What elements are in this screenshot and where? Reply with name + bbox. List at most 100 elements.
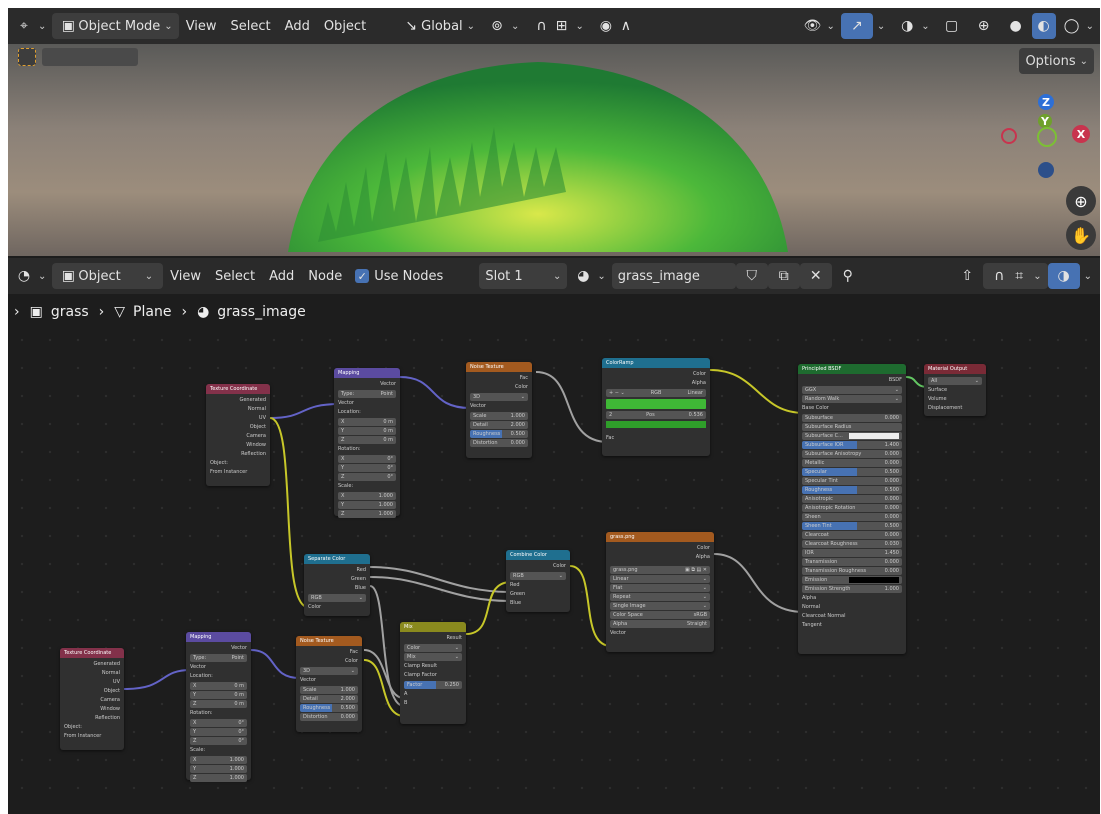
bsdf-field[interactable]: Clearcoat 0.000: [802, 531, 902, 539]
rot-x[interactable]: X 0°: [190, 719, 247, 727]
mode-dropdown[interactable]: RGB ⌄: [308, 594, 366, 602]
transform-orientation-dropdown[interactable]: ↘ Global ⌄: [395, 13, 481, 39]
scale-y[interactable]: Y 1.000: [190, 765, 247, 773]
rot-y[interactable]: Y 0°: [338, 464, 396, 472]
loc-z[interactable]: Z0 m: [338, 436, 396, 444]
projection-dropdown[interactable]: Flat ⌄: [610, 584, 710, 592]
3d-viewport[interactable]: Options ⌄ Z Y X ⊕ ✋: [8, 44, 1100, 256]
zoom-icon[interactable]: ⊕: [1066, 186, 1096, 216]
distortion-field[interactable]: Distortion 0.000: [300, 713, 358, 721]
loc-z[interactable]: Z0 m: [190, 700, 247, 708]
loc-x[interactable]: X0 m: [338, 418, 396, 426]
shading-rendered[interactable]: ◯ ⌄: [1056, 13, 1100, 39]
source-dropdown[interactable]: Single Image ⌄: [610, 602, 710, 610]
shading-material[interactable]: ◐: [1031, 13, 1056, 39]
visibility-dropdown[interactable]: 👁 ⌄: [796, 13, 840, 39]
material-browse-button[interactable]: ◕ ⌄: [567, 263, 611, 289]
detail-field[interactable]: Detail 2.000: [300, 695, 358, 703]
clamp-factor-checkbox[interactable]: Clamp Factor: [404, 671, 462, 680]
distortion-field[interactable]: Distortion 0.000: [470, 439, 528, 447]
bsdf-field[interactable]: Specular Tint 0.000: [802, 477, 902, 485]
node-principled-bsdf[interactable]: Principled BSDF BSDF GGX ⌄ Random Walk ⌄ B…: [798, 364, 906, 654]
ramp-position-row[interactable]: 2 Pos 0.536: [606, 411, 706, 419]
bsdf-field[interactable]: Roughness 0.500: [802, 486, 902, 494]
snap-node-toggle[interactable]: ∩ ⌗ ⌄: [983, 263, 1048, 289]
editor-type-button[interactable]: ⌖ ⌄: [8, 13, 52, 39]
distribution-dropdown[interactable]: GGX ⌄: [802, 386, 902, 394]
factor-field[interactable]: Factor 0.250: [404, 681, 462, 689]
type-dropdown[interactable]: Type: Point: [190, 654, 247, 662]
material-name-field[interactable]: grass_image: [611, 263, 736, 289]
fake-user-button[interactable]: ⛉: [735, 263, 768, 289]
menu-node[interactable]: Node: [301, 263, 349, 289]
ramp-mode-row[interactable]: + − ⌄ RGB Linear: [606, 389, 706, 397]
node-image-texture[interactable]: grass.png Color Alpha grass.png ▣ ⧉ ▤ ✕ L…: [606, 532, 714, 652]
object-field-label[interactable]: Object:: [64, 723, 120, 732]
unlink-material-button[interactable]: ✕: [799, 263, 832, 289]
bsdf-field[interactable]: Transmission 0.000: [802, 558, 902, 566]
blend-mode-dropdown[interactable]: Mix ⌄: [404, 653, 462, 661]
bsdf-field[interactable]: Subsurface C...: [802, 432, 902, 440]
node-overlay-toggle[interactable]: ◑: [1047, 263, 1080, 289]
proportional-edit-toggle[interactable]: ◉ ∧: [590, 13, 642, 39]
shading-wireframe[interactable]: ⊕: [968, 13, 1000, 39]
bsdf-field[interactable]: Emission Strength 1.000: [802, 585, 902, 593]
data-type-dropdown[interactable]: Color ⌄: [404, 644, 462, 652]
axis-y-icon[interactable]: Y: [1038, 114, 1052, 128]
node-separate-color[interactable]: Separate Color Red Green Blue RGB ⌄ Color: [304, 554, 370, 616]
bsdf-field[interactable]: Metallic 0.000: [802, 459, 902, 467]
bsdf-field[interactable]: Subsurface Anisotropy 0.000: [802, 450, 902, 458]
bsdf-field[interactable]: Specular 0.500: [802, 468, 902, 476]
roughness-field[interactable]: Roughness 0.500: [470, 430, 528, 438]
scale-field[interactable]: Scale 1.000: [300, 686, 358, 694]
node-texture-coordinate[interactable]: Texture Coordinate Generated Normal UV O…: [206, 384, 270, 486]
mode-dropdown[interactable]: ▣ Object Mode ⌄: [52, 13, 179, 39]
options-dropdown[interactable]: Options ⌄: [1019, 48, 1094, 74]
menu-node-view[interactable]: View: [163, 263, 208, 289]
node-canvas[interactable]: Texture Coordinate Generated Normal UV O…: [8, 326, 1100, 814]
axis-neg-z-icon[interactable]: [1038, 162, 1054, 178]
duplicate-material-button[interactable]: ⧉: [767, 263, 800, 289]
node-noise-texture[interactable]: Noise Texture Fac Color 3D ⌄ Vector Scale…: [466, 362, 532, 458]
node-material-output[interactable]: Material Output All ⌄ Surface Volume Disp…: [924, 364, 986, 416]
color-ramp-gradient[interactable]: [606, 399, 706, 409]
node-mix[interactable]: Mix Result Color ⌄ Mix ⌄ Clamp Result Clam…: [400, 622, 466, 724]
object-field-label[interactable]: Object:: [210, 459, 266, 468]
rot-z[interactable]: Z 0°: [338, 473, 396, 481]
hand-pan-icon[interactable]: ✋: [1066, 220, 1096, 250]
menu-add[interactable]: Add: [278, 13, 317, 39]
scale-z[interactable]: Z 1.000: [190, 774, 247, 782]
clamp-result-checkbox[interactable]: Clamp Result: [404, 662, 462, 671]
select-tool-icon[interactable]: [18, 48, 36, 66]
bsdf-field[interactable]: Transmission Roughness 0.000: [802, 567, 902, 575]
bsdf-field[interactable]: Anisotropic 0.000: [802, 495, 902, 503]
menu-select[interactable]: Select: [224, 13, 278, 39]
bsdf-field[interactable]: Sheen Tint 0.500: [802, 522, 902, 530]
scale-z[interactable]: Z 1.000: [338, 510, 396, 518]
node-texture-coordinate-2[interactable]: Texture Coordinate Generated Normal UV O…: [60, 648, 124, 750]
axis-z-icon[interactable]: Z: [1038, 94, 1054, 110]
bsdf-field[interactable]: Subsurface IOR 1.400: [802, 441, 902, 449]
ramp-stop-color[interactable]: [606, 421, 706, 428]
scale-y[interactable]: Y 1.000: [338, 501, 396, 509]
scale-field[interactable]: Scale 1.000: [470, 412, 528, 420]
bsdf-field[interactable]: Clearcoat Roughness 0.030: [802, 540, 902, 548]
loc-x[interactable]: X0 m: [190, 682, 247, 690]
roughness-field[interactable]: Roughness 0.500: [300, 704, 358, 712]
target-dropdown[interactable]: All ⌄: [928, 377, 982, 385]
select-mode-icons[interactable]: [42, 48, 138, 66]
loc-y[interactable]: Y0 m: [190, 691, 247, 699]
gizmo-toggle[interactable]: ↗: [840, 13, 873, 39]
color-space-dropdown[interactable]: Color Space sRGB: [610, 611, 710, 619]
pin-button[interactable]: ⚲: [832, 263, 864, 289]
alpha-mode-dropdown[interactable]: Alpha Straight: [610, 620, 710, 628]
loc-y[interactable]: Y0 m: [338, 427, 396, 435]
node-mapping-2[interactable]: Mapping Vector Type: Point Vector Locatio…: [186, 632, 251, 782]
scale-x[interactable]: X 1.000: [190, 756, 247, 764]
parent-node-tree-button[interactable]: ⇧: [951, 263, 983, 289]
shader-type-dropdown[interactable]: ▣ Object ⌄: [52, 263, 164, 289]
axis-neg-x-icon[interactable]: [1001, 128, 1017, 144]
slot-dropdown[interactable]: Slot 1 ⌄: [479, 263, 568, 289]
from-instancer-checkbox[interactable]: From Instancer: [210, 468, 266, 477]
axis-x-icon[interactable]: X: [1072, 125, 1090, 143]
